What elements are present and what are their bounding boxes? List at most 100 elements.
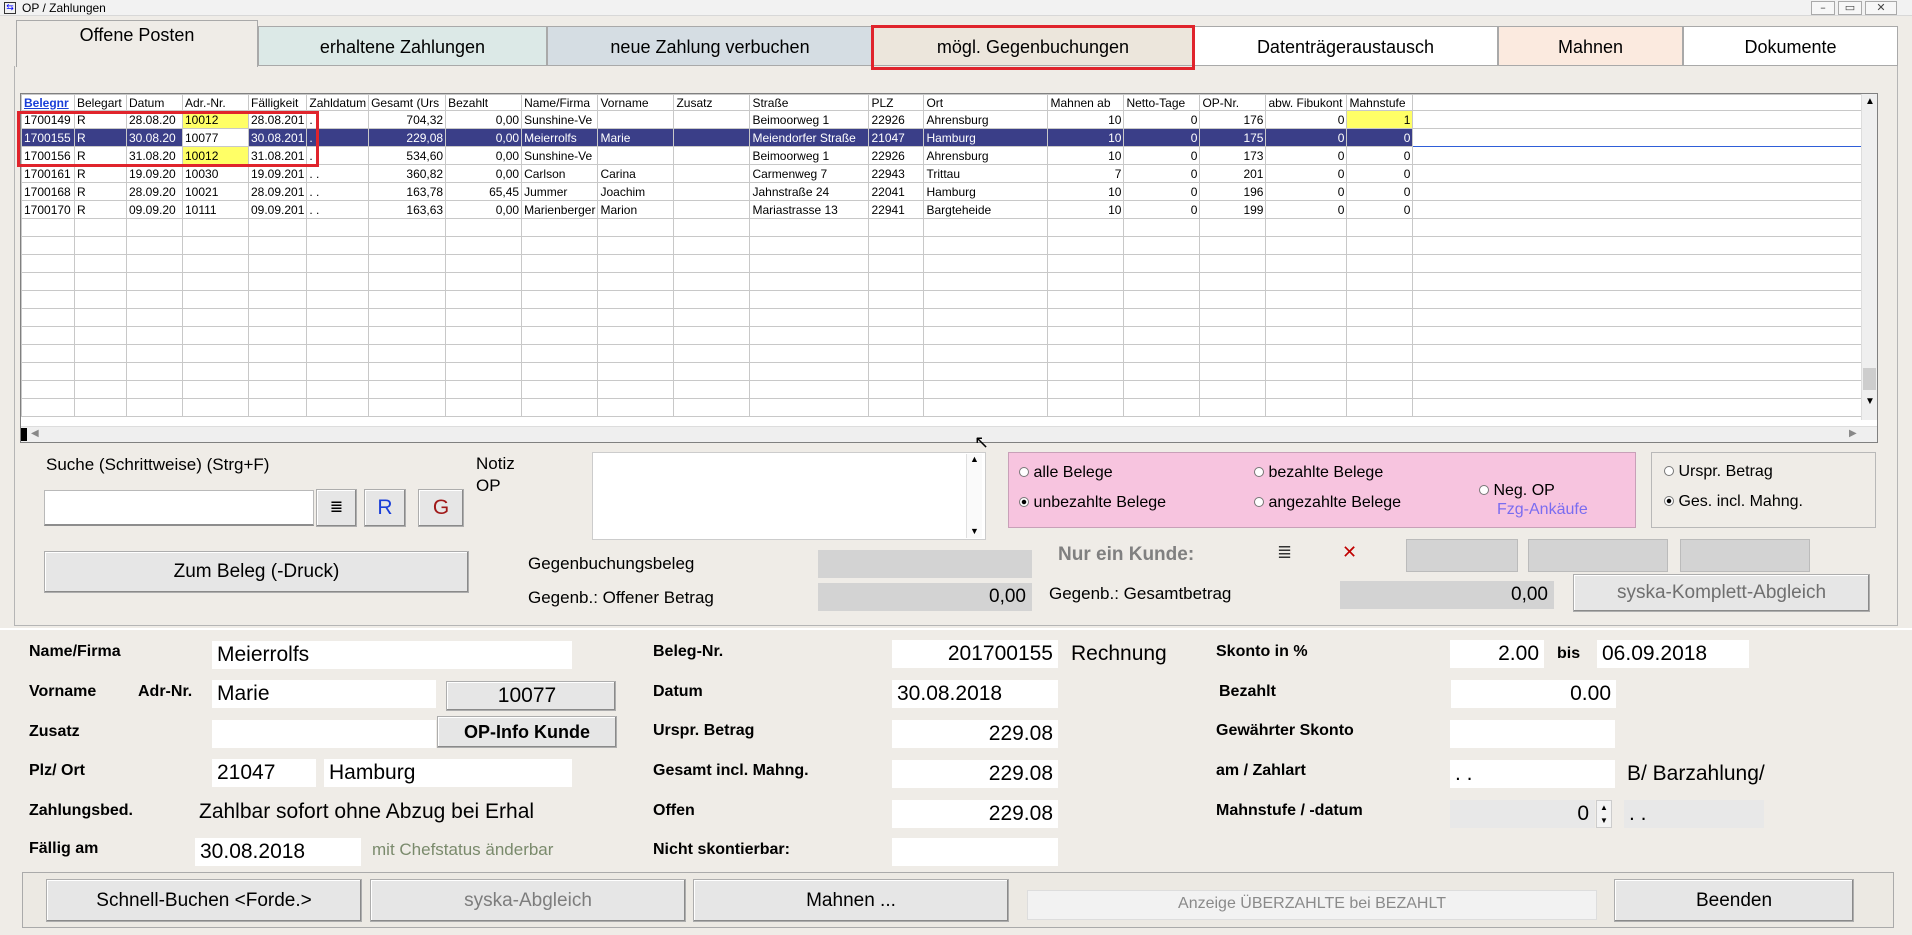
tab-mahnen[interactable]: Mahnen bbox=[1498, 26, 1683, 66]
scroll-left-icon[interactable]: ◀ bbox=[31, 428, 39, 439]
table-row[interactable]: 1700161 R 19.09.20 10030 19.09.201. . 360,82 0… bbox=[21, 164, 1865, 183]
column-header[interactable]: Name/Firma bbox=[521, 94, 599, 111]
skonto-field[interactable]: 2.00 bbox=[1450, 640, 1544, 668]
zum-beleg-button[interactable]: Zum Beleg (-Druck) bbox=[44, 551, 469, 593]
table-row[interactable] bbox=[21, 272, 1865, 291]
am-field[interactable]: . . bbox=[1450, 760, 1615, 788]
notiz-scrollbar[interactable]: ▲ ▼ bbox=[966, 454, 982, 538]
table-row[interactable]: 1700149 R 28.08.20 10012 28.08.201. . 704,32 0… bbox=[21, 110, 1865, 129]
column-header[interactable]: Netto-Tage bbox=[1123, 94, 1201, 111]
scrollbar-thumb-h[interactable] bbox=[21, 428, 27, 441]
column-header[interactable]: Adr.-Nr. bbox=[182, 94, 249, 111]
bis-field[interactable]: 06.09.2018 bbox=[1597, 640, 1749, 668]
kunde-list-icon[interactable]: ≣ bbox=[1277, 542, 1292, 563]
table-row[interactable] bbox=[21, 380, 1865, 399]
column-header[interactable]: Ort bbox=[923, 94, 1049, 111]
beleg-nr-field[interactable]: 201700155 bbox=[892, 640, 1058, 668]
close-icon[interactable]: ✕ bbox=[1865, 1, 1897, 15]
column-header[interactable]: Zusatz bbox=[673, 94, 751, 111]
spinner-down-icon[interactable]: ▼ bbox=[1597, 814, 1611, 827]
table-row[interactable] bbox=[21, 290, 1865, 309]
filter-unbezahlte[interactable]: unbezahlte Belege bbox=[1019, 494, 1166, 512]
adr-nr-button[interactable]: 10077 bbox=[446, 681, 616, 711]
table-row[interactable]: 1700156 R 31.08.20 10012 31.08.201. . 534,60 0… bbox=[21, 146, 1865, 165]
table-row[interactable]: 1700155 R 30.08.20 10077 30.08.201. . 229,08 0… bbox=[21, 128, 1865, 147]
column-header[interactable]: Straße bbox=[749, 94, 870, 111]
column-header[interactable]: OP-Nr. bbox=[1199, 94, 1267, 111]
table-row[interactable]: 1700168 R 28.09.20 10021 28.09.201. . 163,78 6… bbox=[21, 182, 1865, 201]
filter-alle[interactable]: alle Belege bbox=[1019, 464, 1113, 482]
op-info-kunde-button[interactable]: OP-Info Kunde bbox=[437, 716, 617, 748]
column-header[interactable]: Datum bbox=[126, 94, 183, 111]
urspr-betrag-field[interactable]: 229.08 bbox=[892, 720, 1058, 748]
table-row[interactable] bbox=[21, 254, 1865, 273]
amount-ges[interactable]: Ges. incl. Mahng. bbox=[1664, 493, 1803, 511]
column-header[interactable]: Mahnstufe bbox=[1346, 94, 1414, 111]
scrollbar-thumb[interactable] bbox=[1863, 368, 1876, 390]
column-header[interactable]: abw. Fibukont bbox=[1265, 94, 1348, 111]
r-button[interactable]: R bbox=[364, 489, 406, 527]
tab-offene-posten[interactable]: Offene Posten bbox=[16, 20, 258, 67]
kunde-clear-icon[interactable]: ✕ bbox=[1342, 542, 1357, 563]
scroll-right-icon[interactable]: ▶ bbox=[1849, 428, 1857, 439]
table-row[interactable] bbox=[21, 326, 1865, 345]
zusatz-field[interactable] bbox=[212, 720, 436, 748]
syska-komplett-button[interactable]: syska-Komplett-Abgleich bbox=[1573, 574, 1870, 612]
column-header[interactable]: Belegnr bbox=[21, 94, 75, 111]
tab-datentraegeraustausch[interactable]: Datenträgeraustausch bbox=[1193, 26, 1498, 66]
column-header[interactable]: Fälligkeit bbox=[247, 94, 308, 111]
plz-field[interactable]: 21047 bbox=[212, 759, 316, 787]
faellig-field[interactable]: 30.08.2018 bbox=[195, 838, 361, 866]
mahnstufe-spinner[interactable]: ▲ ▼ bbox=[1596, 800, 1612, 828]
table-row[interactable] bbox=[21, 308, 1865, 327]
table-row[interactable]: 1700170 R 09.09.20 10111 09.09.201. . 163,63 0… bbox=[21, 200, 1865, 219]
schnell-buchen-button[interactable]: Schnell-Buchen <Forde.> bbox=[46, 879, 362, 922]
column-header[interactable]: PLZ bbox=[868, 94, 925, 111]
nicht-skontierbar-field[interactable] bbox=[892, 838, 1058, 866]
gewaehrter-skonto-field[interactable] bbox=[1450, 720, 1615, 748]
column-header[interactable]: Vorname bbox=[597, 94, 675, 111]
column-header[interactable]: Bezahlt bbox=[445, 94, 523, 111]
minimize-icon[interactable]: – bbox=[1811, 1, 1835, 15]
table-row[interactable] bbox=[21, 398, 1865, 417]
column-header[interactable]: Belegart bbox=[74, 94, 127, 111]
ort-field[interactable]: Hamburg bbox=[324, 759, 572, 787]
datum-field[interactable]: 30.08.2018 bbox=[892, 680, 1058, 708]
open-items-grid[interactable]: Belegnr Belegart Datum Adr.-Nr. Fälligkeit Za… bbox=[20, 93, 1878, 443]
search-list-button[interactable]: ≣ bbox=[316, 489, 357, 527]
table-row[interactable] bbox=[21, 218, 1865, 237]
scroll-down-icon[interactable]: ▼ bbox=[970, 526, 979, 536]
mahndatum-field[interactable]: . . bbox=[1624, 800, 1764, 828]
tab-neue-zahlung[interactable]: neue Zahlung verbuchen bbox=[547, 26, 873, 66]
table-row[interactable] bbox=[21, 344, 1865, 363]
spinner-up-icon[interactable]: ▲ bbox=[1597, 801, 1611, 814]
filter-bezahlte[interactable]: bezahlte Belege bbox=[1254, 464, 1383, 482]
scroll-down-icon[interactable]: ▼ bbox=[1865, 396, 1875, 407]
scroll-up-icon[interactable]: ▲ bbox=[970, 454, 979, 464]
filter-angezahlte[interactable]: angezahlte Belege bbox=[1254, 494, 1401, 512]
tab-gegenbuchungen[interactable]: mögl. Gegenbuchungen bbox=[873, 26, 1193, 66]
notiz-textarea[interactable] bbox=[592, 452, 986, 540]
column-header[interactable]: Zahldatum bbox=[306, 94, 370, 111]
offen-field[interactable]: 229.08 bbox=[892, 800, 1058, 828]
column-header[interactable]: Gesamt (Urs bbox=[368, 94, 447, 111]
filter-neg-op[interactable]: Neg. OP bbox=[1479, 482, 1555, 500]
beenden-button[interactable]: Beenden bbox=[1614, 879, 1854, 922]
maximize-icon[interactable]: ▭ bbox=[1838, 1, 1862, 15]
horizontal-scrollbar[interactable]: ◀ ▶ bbox=[21, 426, 1877, 442]
scroll-up-icon[interactable]: ▲ bbox=[1865, 96, 1875, 107]
g-button[interactable]: G bbox=[418, 489, 464, 527]
search-input[interactable] bbox=[44, 490, 314, 526]
bezahlt-field[interactable]: 0.00 bbox=[1451, 680, 1616, 708]
table-row[interactable] bbox=[21, 236, 1865, 255]
tab-dokumente[interactable]: Dokumente bbox=[1683, 26, 1898, 66]
vorname-field[interactable]: Marie bbox=[212, 680, 436, 708]
tab-erhaltene-zahlungen[interactable]: erhaltene Zahlungen bbox=[258, 26, 547, 66]
name-field[interactable]: Meierrolfs bbox=[212, 641, 572, 669]
gesamt-mahng-field[interactable]: 229.08 bbox=[892, 760, 1058, 788]
mahnen-button[interactable]: Mahnen ... bbox=[693, 879, 1009, 922]
amount-urspr[interactable]: Urspr. Betrag bbox=[1664, 463, 1773, 481]
mahnstufe-field[interactable]: 0 bbox=[1450, 800, 1595, 828]
syska-abgleich-button[interactable]: syska-Abgleich bbox=[370, 879, 686, 922]
vertical-scrollbar[interactable]: ▲ ▼ bbox=[1861, 94, 1877, 420]
